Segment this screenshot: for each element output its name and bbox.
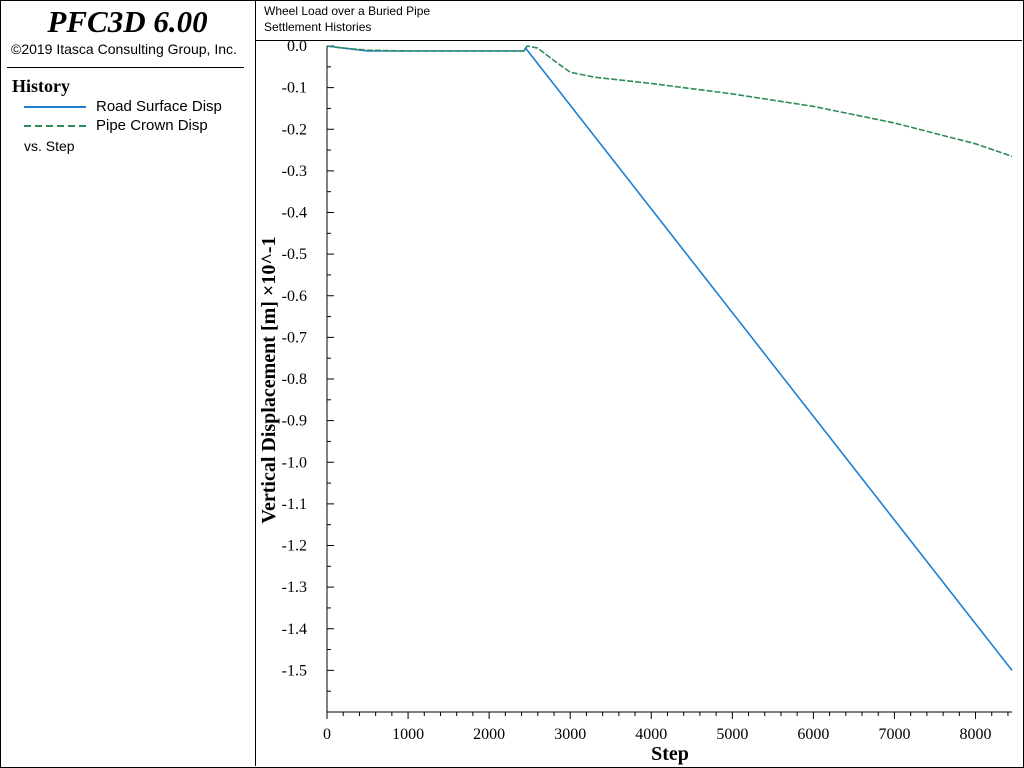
y-tick-label: -1.0: [282, 454, 307, 471]
chart: 0.0 -0.1 -0.2 -0.3 -0.4 -0.5 -0.6 -0.7 -0.8 -0.9 -…: [258, 38, 1013, 765]
tick-labels: 0.0 -0.1 -0.2 -0.3 -0.4 -0.5 -0.6 -0.7 -0.8 -0.9 -…: [282, 38, 992, 743]
y-tick-label: -1.2: [282, 538, 307, 555]
x-tick-label: 2000: [473, 726, 505, 743]
y-tick-label: -1.5: [282, 662, 307, 679]
y-tick-label: -0.4: [282, 205, 307, 222]
x-tick-label: 5000: [716, 726, 748, 743]
y-tick-label: -1.1: [282, 496, 307, 513]
x-tick-label: 4000: [635, 726, 667, 743]
y-axis-title: Vertical Displacement [m] ×10^-1: [258, 236, 280, 523]
x-tick-label: 3000: [554, 726, 586, 743]
x-tick-label: 7000: [878, 726, 910, 743]
y-tick-label: 0.0: [287, 38, 307, 55]
x-axis-title: Step: [651, 743, 689, 765]
series-layer: [326, 45, 1013, 671]
y-tick-label: -0.7: [282, 329, 307, 346]
axes: [326, 45, 1012, 719]
x-tick-label: 8000: [960, 726, 992, 743]
x-tick-label: 6000: [797, 726, 829, 743]
y-tick-label: -0.6: [282, 288, 307, 305]
y-tick-label: -1.3: [282, 579, 307, 596]
y-tick-label: -0.5: [282, 246, 307, 263]
x-tick-label: 1000: [392, 726, 424, 743]
series-line-pipe-crown: [326, 45, 1013, 158]
series-line-road-surface: [326, 45, 1013, 671]
x-tick-label: 0: [323, 726, 331, 743]
y-tick-label: -0.9: [282, 413, 307, 430]
y-tick-label: -0.2: [282, 121, 307, 138]
y-tick-label: -1.4: [282, 621, 307, 638]
y-tick-label: -0.8: [282, 371, 307, 388]
y-tick-label: -0.3: [282, 163, 307, 180]
y-tick-label: -0.1: [282, 80, 307, 97]
